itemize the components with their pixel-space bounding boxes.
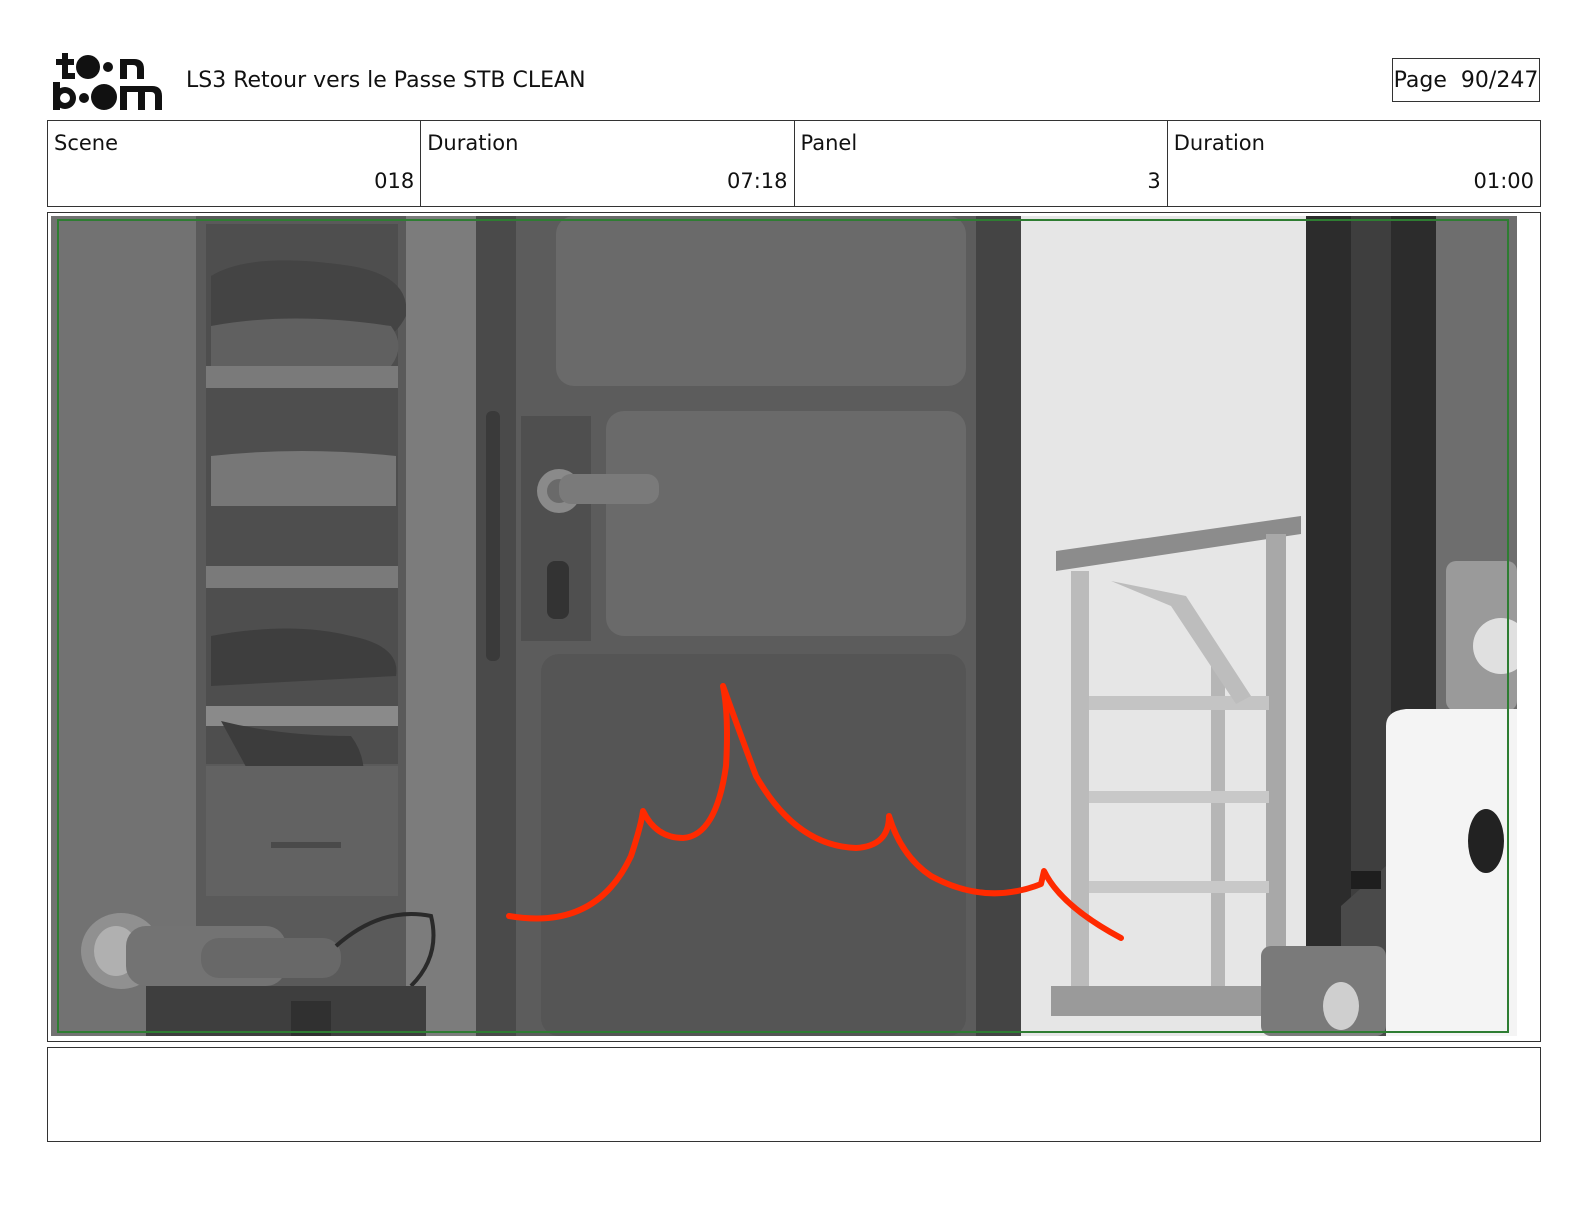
panel-duration-value: 01:00 — [1473, 169, 1534, 193]
page-indicator: Page 90/247 — [1392, 58, 1540, 102]
storyboard-panel — [47, 212, 1541, 1042]
scene-duration-cell: Duration 07:18 — [421, 121, 795, 206]
panel-duration-label: Duration — [1173, 131, 1265, 155]
panel-label: Panel — [800, 131, 858, 155]
panel-value: 3 — [1147, 169, 1161, 193]
scene-duration-label: Duration — [427, 131, 519, 155]
scene-value: 018 — [374, 169, 415, 193]
page-number: 90/247 — [1460, 67, 1539, 93]
project-title: LS3 Retour vers le Passe STB CLEAN — [186, 68, 586, 93]
page-label: Page — [1393, 67, 1447, 93]
panel-notes-box — [47, 1047, 1541, 1142]
storyboard-frame-image — [51, 216, 1517, 1036]
scene-info-table: Scene 018 Duration 07:18 Panel 3 Duratio… — [47, 120, 1541, 207]
panel-duration-cell: Duration 01:00 — [1168, 121, 1540, 206]
scene-label: Scene — [54, 131, 119, 155]
panel-cell: Panel 3 — [795, 121, 1168, 206]
scene-cell: Scene 018 — [48, 121, 422, 206]
toonboom-logo — [53, 53, 162, 110]
scene-duration-value: 07:18 — [726, 169, 788, 193]
